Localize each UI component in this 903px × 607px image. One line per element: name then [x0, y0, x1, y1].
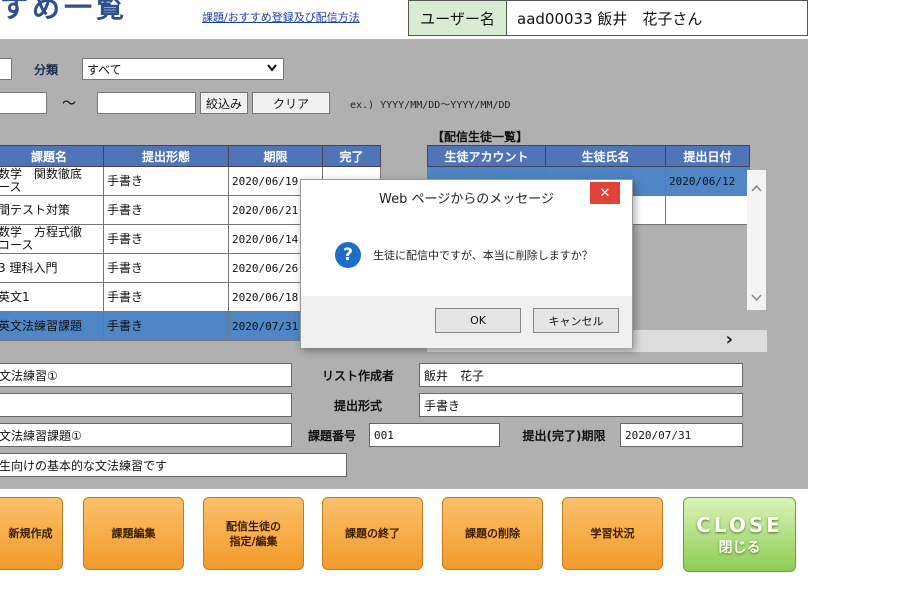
- assignment-name: 数学 方程式徹 コース: [0, 224, 104, 254]
- new-create-button[interactable]: 新規作成: [0, 497, 63, 570]
- column-header-due: 期限: [228, 145, 323, 167]
- task-number-label: 課題番号: [308, 428, 357, 443]
- scroll-up-icon[interactable]: [751, 184, 762, 192]
- date-to-input[interactable]: [97, 92, 196, 114]
- dialog-ok-button[interactable]: OK: [435, 308, 521, 333]
- close-icon[interactable]: ✕: [590, 182, 620, 204]
- cut-input-left[interactable]: [0, 58, 12, 80]
- page-title: すめ一覧: [0, 0, 129, 24]
- learning-status-button[interactable]: 学習状況: [562, 497, 663, 570]
- assignment-name: 間テスト対策: [0, 195, 104, 225]
- date-from-input[interactable]: [0, 92, 47, 114]
- column-header-account: 生徒アカウント: [427, 145, 546, 167]
- assignment-table-header: 課題名 提出形態 期限 完了: [0, 145, 381, 167]
- close-button-en: CLOSE: [696, 512, 783, 537]
- column-header-student-name: 生徒氏名: [545, 145, 666, 167]
- assign-students-button[interactable]: 配信生徒の 指定/編集: [203, 497, 304, 570]
- edit-task-button[interactable]: 課題編集: [83, 497, 184, 570]
- confirm-dialog: Web ページからのメッセージ ✕ ? 生徒に配信中ですが、本当に削除しますか？…: [300, 179, 633, 348]
- task-number-field[interactable]: 001: [369, 423, 500, 447]
- filter-button[interactable]: 絞込み: [200, 92, 248, 114]
- dialog-footer: OK キャンセル: [301, 296, 632, 348]
- date-format-hint: ex.) YYYY/MM/DD～YYYY/MM/DD: [350, 100, 511, 111]
- students-table-header: 生徒アカウント 生徒氏名 提出日付: [427, 145, 750, 167]
- list-creator-field[interactable]: 飯井 花子: [419, 363, 743, 387]
- assignment-type: 手書き: [103, 195, 229, 225]
- assignment-type: 手書き: [103, 311, 229, 341]
- category-select-value: すべて: [87, 62, 122, 77]
- chevron-down-icon: [267, 62, 277, 75]
- user-value: aad00033 飯井 花子さん: [517, 9, 703, 28]
- assignment-name: 3 理科入門: [0, 253, 104, 283]
- column-header-type: 提出形態: [103, 145, 229, 167]
- category-label: 分類: [34, 62, 59, 77]
- submit-format-field[interactable]: 手書き: [419, 393, 743, 417]
- range-separator: ～: [62, 96, 76, 112]
- assignment-name: 英文1: [0, 282, 104, 312]
- delete-task-button[interactable]: 課題の削除: [442, 497, 543, 570]
- finish-task-button[interactable]: 課題の終了: [322, 497, 423, 570]
- close-button[interactable]: CLOSE 閉じる: [683, 497, 796, 572]
- due-label: 提出(完了)期限: [522, 428, 606, 443]
- dialog-cancel-button[interactable]: キャンセル: [533, 308, 619, 333]
- list-creator-label: リスト作成者: [321, 368, 394, 383]
- question-icon: ?: [335, 242, 361, 268]
- assignment-type: 手書き: [103, 166, 229, 196]
- scroll-down-icon[interactable]: [751, 294, 762, 302]
- column-header-name: 課題名: [0, 145, 104, 167]
- user-label: ユーザー名: [409, 1, 507, 35]
- help-link[interactable]: 課題/おすすめ登録及び配信方法: [202, 9, 360, 25]
- column-header-done: 完了: [322, 145, 381, 167]
- students-caption: 【配信生徒一覧】: [432, 130, 529, 144]
- dialog-body: ? 生徒に配信中ですが、本当に削除しますか？: [301, 214, 632, 296]
- due-field[interactable]: 2020/07/31: [620, 423, 743, 447]
- detail-name-field[interactable]: 文法練習①: [0, 363, 292, 387]
- column-header-submit-date: 提出日付: [665, 145, 750, 167]
- close-button-ja: 閉じる: [718, 539, 761, 556]
- detail-blank-field[interactable]: [0, 393, 292, 417]
- assignment-type: 手書き: [103, 282, 229, 312]
- assignment-name: 英文法練習課題: [0, 311, 104, 341]
- assignment-type: 手書き: [103, 224, 229, 254]
- assignment-type: 手書き: [103, 253, 229, 283]
- category-select[interactable]: すべて: [82, 58, 284, 80]
- user-box: ユーザー名 aad00033 飯井 花子さん: [408, 0, 808, 36]
- detail-title-field[interactable]: 文法練習課題①: [0, 423, 292, 447]
- new-create-label: 新規作成: [8, 527, 53, 540]
- student-submit-date: [665, 195, 750, 225]
- student-submit-date: 2020/06/12: [665, 166, 750, 196]
- scroll-right-icon[interactable]: ›: [726, 331, 733, 349]
- detail-description-field[interactable]: 生向けの基本的な文法練習です: [0, 453, 347, 477]
- dialog-message: 生徒に配信中ですが、本当に削除しますか？: [373, 249, 593, 262]
- dialog-title: Web ページからのメッセージ: [379, 191, 554, 207]
- submit-format-label: 提出形式: [333, 398, 382, 413]
- students-vertical-scrollbar[interactable]: [747, 170, 766, 310]
- assignment-name: 数学 関数徹底 ース: [0, 166, 104, 196]
- clear-button[interactable]: クリア: [252, 92, 330, 114]
